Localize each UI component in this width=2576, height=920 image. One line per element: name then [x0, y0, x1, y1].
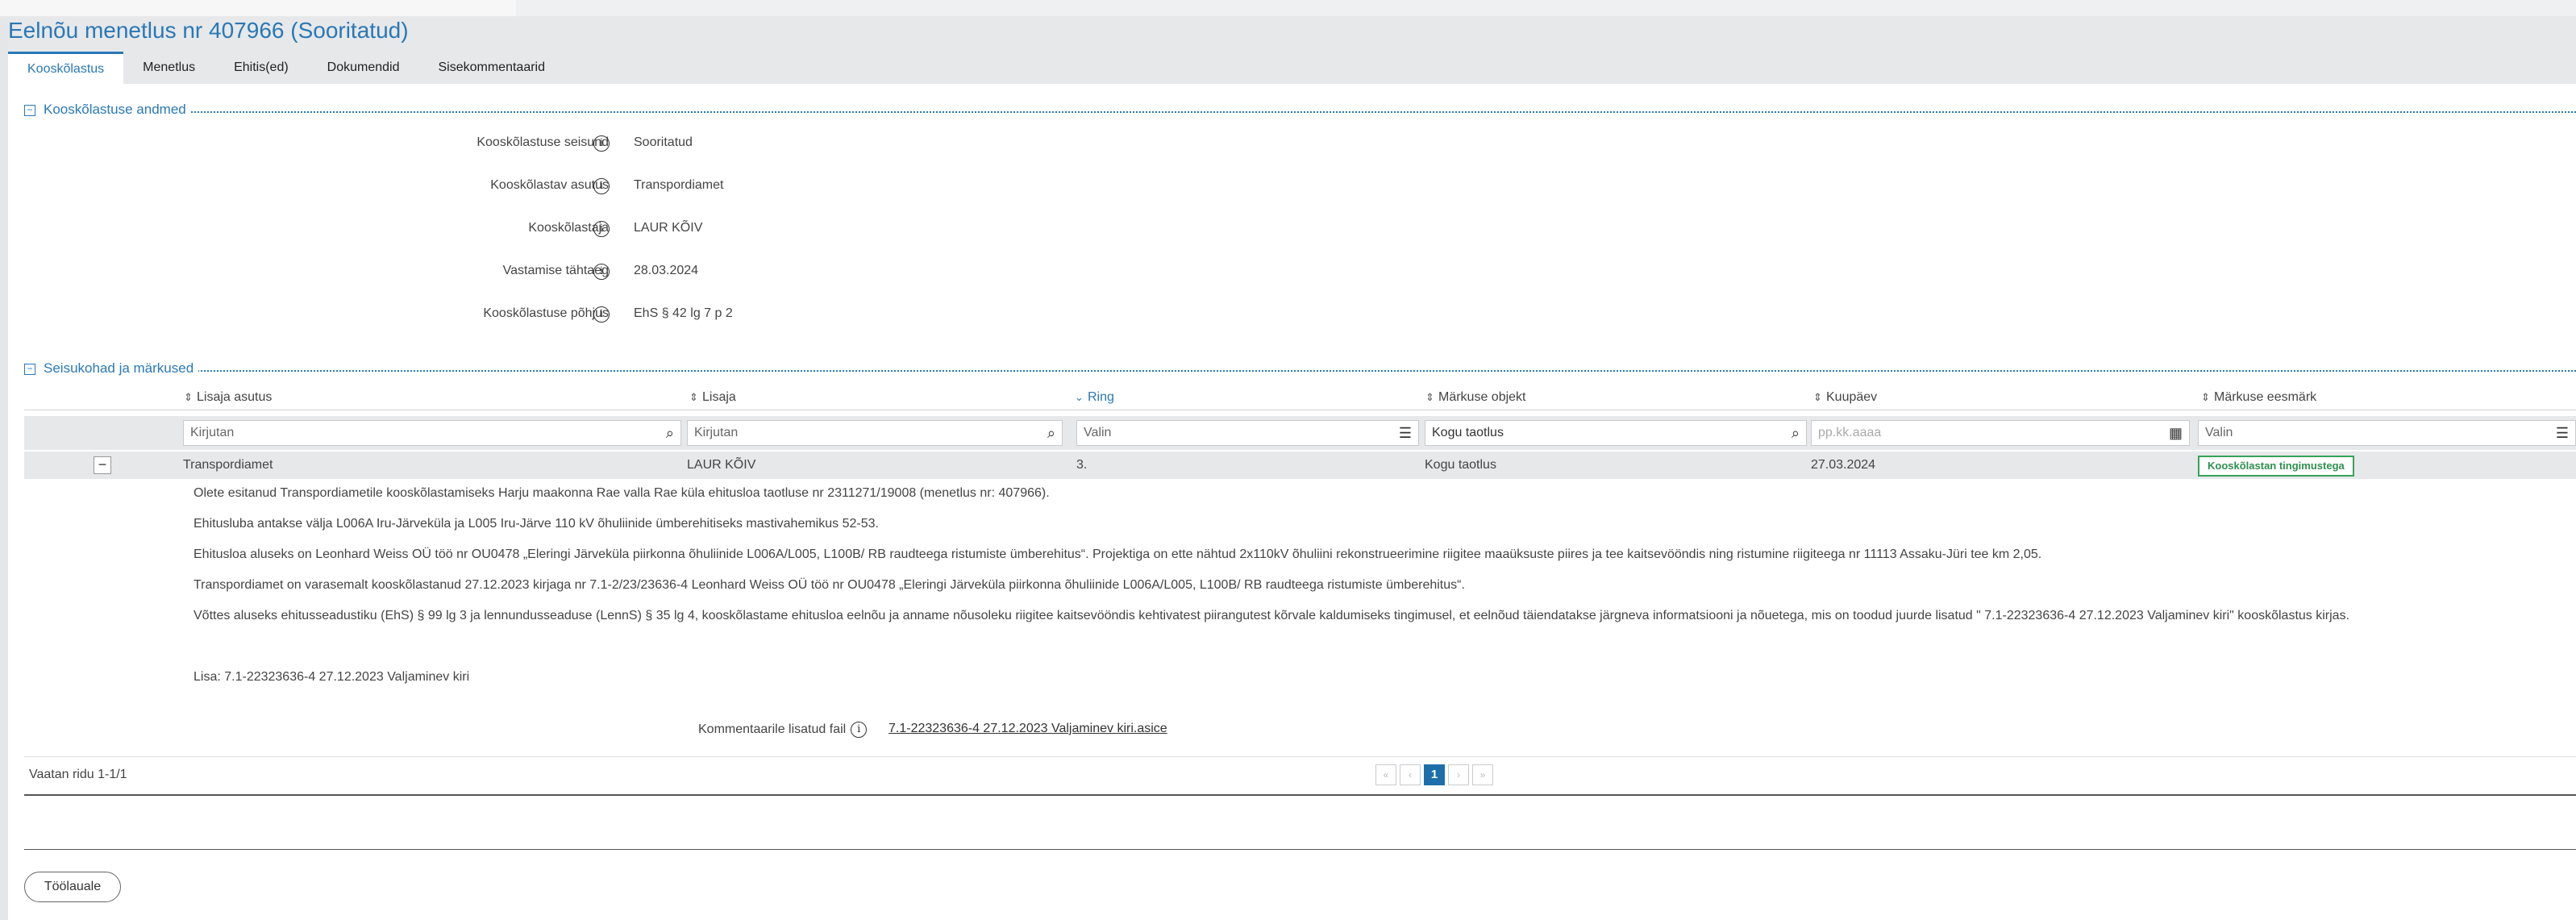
- divider: [24, 756, 2576, 757]
- collapse-icon[interactable]: −: [24, 364, 35, 375]
- info-icon[interactable]: i: [593, 135, 610, 152]
- field-status: Kooskõlastuse seisund i Sooritatud: [24, 132, 992, 156]
- prev-page-button[interactable]: ‹: [1400, 764, 1421, 785]
- field-label: Kooskõlastuse seisund: [476, 135, 609, 149]
- back-to-dashboard-button[interactable]: Töölauale: [24, 872, 121, 902]
- column-header-author[interactable]: ⇕ Lisaja: [689, 390, 736, 405]
- column-header-object[interactable]: ⇕ Märkuse objekt: [1425, 390, 1526, 405]
- positions-section-header: − Seisukohad ja märkused: [24, 360, 2576, 380]
- list-icon[interactable]: ☰: [2556, 425, 2569, 442]
- info-icon[interactable]: i: [851, 722, 868, 738]
- info-icon[interactable]: i: [593, 264, 610, 280]
- tab-sisekommentaarid[interactable]: Sisekommentaarid: [419, 52, 565, 84]
- info-icon[interactable]: i: [593, 221, 610, 237]
- section-divider: [44, 111, 2576, 113]
- column-header-date[interactable]: ⇕ Kuupäev: [1813, 390, 1877, 405]
- comment-paragraph: Ehitusloa aluseks on Leonhard Weiss OÜ t…: [194, 547, 2042, 561]
- collapse-row-button[interactable]: −: [94, 456, 111, 474]
- field-value: LAUR KÕIV: [634, 221, 703, 235]
- column-header-institution[interactable]: ⇕ Lisaja asutus: [184, 390, 272, 405]
- filter-institution-input[interactable]: Kirjutan ⌕: [183, 420, 681, 446]
- section-divider: [44, 370, 2576, 372]
- cell-round: 3.: [1076, 458, 1088, 472]
- search-icon[interactable]: ⌕: [666, 425, 674, 442]
- tab-menetlus[interactable]: Menetlus: [123, 52, 214, 84]
- table-row[interactable]: − Transpordiamet LAUR KÕIV 3. Kogu taotl…: [24, 452, 2576, 479]
- tab-ehitised[interactable]: Ehitis(ed): [214, 52, 308, 84]
- details-section-title: Kooskõlastuse andmed: [44, 102, 191, 118]
- collapse-icon[interactable]: −: [24, 105, 35, 116]
- column-header-purpose[interactable]: ⇕ Märkuse eesmärk: [2201, 390, 2316, 405]
- filter-row: Kirjutan ⌕ Kirjutan ⌕ Valin ☰ Kogu taotl…: [24, 416, 2576, 450]
- sort-icon: ⇕: [1813, 391, 1822, 403]
- positions-section-title: Seisukohad ja märkused: [44, 360, 199, 377]
- calendar-icon[interactable]: ▦: [2169, 425, 2183, 442]
- info-icon[interactable]: i: [593, 306, 610, 323]
- sort-icon: ⇕: [2201, 391, 2210, 403]
- filter-author-input[interactable]: Kirjutan ⌕: [687, 420, 1063, 446]
- field-approver: Kooskõlastaja i LAUR KÕIV: [24, 218, 992, 242]
- divider: [24, 849, 2576, 850]
- divider: [24, 794, 2576, 796]
- column-header-round[interactable]: ⌄ Ring: [1075, 390, 1114, 405]
- tab-kooskolastus[interactable]: Kooskõlastus: [8, 52, 124, 84]
- page-title: Eelnõu menetlus nr 407966 (Sooritatud): [8, 18, 409, 43]
- field-institution: Kooskõlastav asutus i Transpordiamet: [24, 175, 992, 199]
- search-icon[interactable]: ⌕: [1047, 425, 1055, 442]
- field-label: Kooskõlastav asutus: [490, 178, 609, 192]
- chevron-down-icon: ⌄: [1075, 391, 1084, 403]
- cell-institution: Transpordiamet: [183, 458, 273, 472]
- filter-purpose-select[interactable]: Valin ☰: [2198, 420, 2576, 446]
- first-page-button[interactable]: «: [1375, 764, 1396, 785]
- comment-paragraph: Transpordiamet on varasemalt kooskõlasta…: [194, 578, 1465, 592]
- filter-object-input[interactable]: Kogu taotlus ⌕: [1425, 420, 1807, 446]
- details-section-header: − Kooskõlastuse andmed: [24, 102, 2576, 121]
- comment-paragraph: Lisa: 7.1-22323636-4 27.12.2023 Valjamin…: [194, 670, 470, 684]
- info-icon[interactable]: i: [593, 178, 610, 194]
- filter-round-select[interactable]: Valin ☰: [1076, 420, 1419, 446]
- cell-author: LAUR KÕIV: [687, 458, 756, 472]
- page-header: Eelnõu menetlus nr 407966 (Sooritatud) K…: [8, 16, 2576, 84]
- field-value: Sooritatud: [634, 135, 693, 149]
- sort-icon: ⇕: [689, 391, 698, 403]
- tab-bar: Kooskõlastus Menetlus Ehitis(ed) Dokumen…: [8, 52, 564, 84]
- cell-date: 27.03.2024: [1811, 458, 1876, 472]
- comment-paragraph: Võttes aluseks ehitusseadustiku (EhS) § …: [194, 609, 2350, 622]
- filter-date-input[interactable]: pp.kk.aaaa ▦: [1811, 420, 2190, 446]
- sort-icon: ⇕: [1425, 391, 1434, 403]
- top-bar: [0, 0, 2576, 16]
- tab-dokumendid[interactable]: Dokumendid: [308, 52, 419, 84]
- field-value: 28.03.2024: [634, 264, 699, 277]
- search-icon[interactable]: ⌕: [1792, 425, 1800, 442]
- field-deadline: Vastamise tähtaeg i 28.03.2024: [24, 260, 992, 285]
- field-reason: Kooskõlastuse põhjus i EhS § 42 lg 7 p 2: [24, 303, 992, 327]
- list-icon[interactable]: ☰: [1399, 425, 1412, 442]
- comment-paragraph: Olete esitanud Transpordiametile kooskõl…: [194, 486, 1050, 500]
- field-value: Transpordiamet: [634, 178, 724, 192]
- pagination-summary: Vaatan ridu 1-1/1: [29, 768, 127, 781]
- left-strip: [0, 0, 8, 920]
- comment-paragraph: Ehitusluba antakse välja L006A Iru-Järve…: [194, 517, 879, 531]
- current-page-button[interactable]: 1: [1424, 764, 1445, 785]
- field-value: EhS § 42 lg 7 p 2: [634, 306, 733, 320]
- pagination: « ‹ 1 › »: [1375, 764, 1493, 785]
- last-page-button[interactable]: »: [1472, 764, 1493, 785]
- attachment-row: Kommentaarile lisatud fail i: [698, 722, 868, 743]
- status-badge: Kooskõlastan tingimustega: [2198, 456, 2354, 477]
- attachment-label: Kommentaarile lisatud fail: [698, 722, 847, 737]
- sort-icon: ⇕: [184, 391, 193, 403]
- next-page-button[interactable]: ›: [1448, 764, 1469, 785]
- attachment-file-link[interactable]: 7.1-22323636-4 27.12.2023 Valjaminev kir…: [888, 722, 1167, 736]
- cell-object: Kogu taotlus: [1425, 458, 1496, 472]
- field-label: Kooskõlastuse põhjus: [483, 306, 609, 320]
